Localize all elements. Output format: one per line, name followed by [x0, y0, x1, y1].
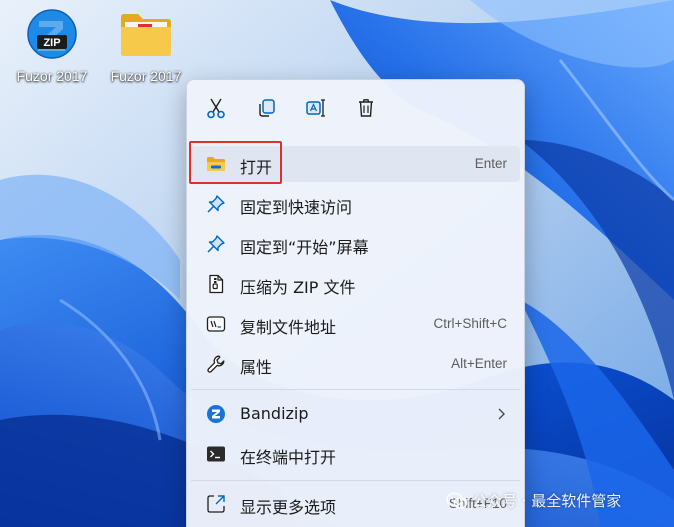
- copy-button[interactable]: [249, 92, 283, 124]
- copy-icon: [259, 99, 275, 117]
- chevron-right-icon: [498, 408, 505, 420]
- watermark-text: 公众号 · 最全软件管家: [472, 492, 622, 510]
- rename-button[interactable]: [299, 92, 333, 124]
- bandizip-icon: [205, 404, 227, 424]
- menu-separator: [191, 480, 520, 481]
- more-options-icon: [205, 494, 227, 514]
- path-icon: [205, 314, 227, 334]
- desktop-icon-zip-archive[interactable]: ZIP Fuzor 2017: [4, 6, 100, 90]
- menu-item-label: 压缩为 ZIP 文件: [240, 278, 356, 297]
- menu-item-open-terminal[interactable]: 在终端中打开: [191, 436, 520, 472]
- watermark: 公众号 · 最全软件管家: [446, 490, 621, 511]
- wrench-icon: [205, 354, 227, 374]
- desktop-icon-label: Fuzor 2017: [16, 68, 88, 84]
- menu-item-compress-zip[interactable]: 压缩为 ZIP 文件: [191, 266, 520, 302]
- menu-item-label: 固定到“开始”屏幕: [240, 238, 369, 257]
- menu-item-pin-start[interactable]: 固定到“开始”屏幕: [191, 226, 520, 262]
- menu-item-label: 属性: [240, 358, 273, 377]
- menu-item-shortcut: Enter: [474, 156, 507, 171]
- context-menu-toolbar: [187, 80, 524, 137]
- menu-item-copy-path[interactable]: 复制文件地址 Ctrl+Shift+C: [191, 306, 520, 342]
- desktop-icon-folder[interactable]: Fuzor 2017: [98, 6, 194, 90]
- trash-icon: [359, 99, 373, 117]
- menu-item-shortcut: Ctrl+Shift+C: [433, 316, 507, 331]
- delete-button[interactable]: [349, 92, 383, 124]
- rename-icon: [306, 99, 325, 117]
- wechat-icon: [446, 492, 468, 509]
- menu-separator: [191, 389, 520, 390]
- desktop-icon-label: Fuzor 2017: [110, 68, 182, 84]
- pin-icon: [205, 194, 227, 214]
- menu-item-shortcut: Alt+Enter: [451, 356, 507, 371]
- menu-item-bandizip[interactable]: Bandizip: [191, 396, 520, 432]
- menu-item-pin-quick-access[interactable]: 固定到快速访问: [191, 186, 520, 222]
- folder-icon: [118, 6, 174, 62]
- menu-item-label: 固定到快速访问: [240, 198, 353, 217]
- cut-button[interactable]: [199, 92, 233, 124]
- menu-item-label: 显示更多选项: [240, 498, 337, 517]
- menu-item-label: Bandizip: [240, 404, 309, 423]
- bandizip-zip-icon: ZIP: [24, 6, 80, 62]
- terminal-icon: [205, 444, 227, 464]
- scissors-icon: [207, 98, 225, 119]
- menu-item-label: 复制文件地址: [240, 318, 337, 337]
- menu-item-label: 在终端中打开: [240, 448, 337, 467]
- highlight-box: [189, 141, 282, 184]
- zip-file-icon: [205, 274, 227, 294]
- zip-badge: ZIP: [43, 37, 60, 49]
- pin-icon: [205, 234, 227, 254]
- menu-item-properties[interactable]: 属性 Alt+Enter: [191, 346, 520, 382]
